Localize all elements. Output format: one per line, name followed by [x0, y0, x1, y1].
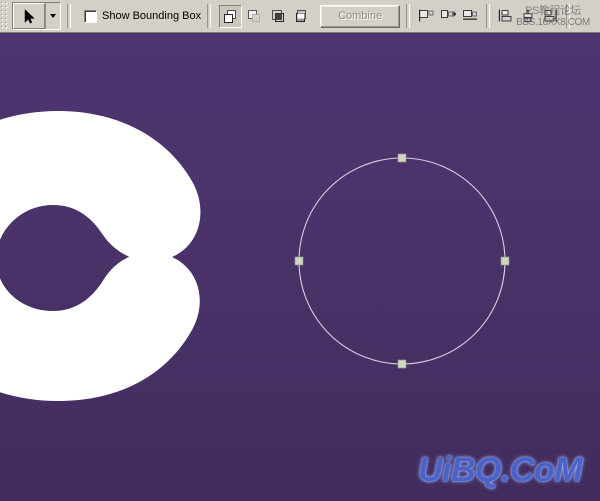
- show-bounding-box-label: Show Bounding Box: [102, 10, 201, 22]
- anchor-top[interactable]: [398, 154, 406, 162]
- ellipse-path-outline[interactable]: [299, 158, 505, 364]
- toolbar-drag-grip[interactable]: [1, 2, 9, 30]
- toolbar-separator-3: [406, 4, 410, 28]
- tool-picker-well[interactable]: [12, 2, 61, 30]
- align-left-icon[interactable]: [416, 6, 436, 26]
- tool-picker[interactable]: [9, 2, 61, 30]
- exclude-shape-icon[interactable]: [291, 5, 314, 28]
- align-center-horizontal-icon[interactable]: [438, 6, 458, 26]
- path-operations-group: [219, 5, 314, 28]
- align-top-icon[interactable]: [496, 6, 516, 26]
- show-bounding-box-checkbox[interactable]: Show Bounding Box: [84, 10, 201, 23]
- add-shape-icon[interactable]: [219, 5, 242, 28]
- align-vertical-group: [496, 6, 560, 26]
- chevron-down-icon[interactable]: [46, 3, 60, 29]
- checkbox-icon[interactable]: [84, 10, 97, 23]
- toolbar-separator-1: [67, 4, 71, 28]
- combine-button-label: Combine: [338, 10, 382, 22]
- anchor-left[interactable]: [295, 257, 303, 265]
- subtract-shape-icon[interactable]: [243, 5, 266, 28]
- toolbar-separator-5: [566, 4, 570, 28]
- combine-button[interactable]: Combine: [320, 5, 400, 28]
- path-selection-arrow-icon[interactable]: [13, 3, 45, 29]
- application-window: Show Bounding Box: [0, 0, 600, 501]
- document-canvas[interactable]: UiBQ.CoM: [0, 33, 600, 501]
- toolbar-separator-4: [486, 4, 490, 28]
- intersect-shape-icon[interactable]: [267, 5, 290, 28]
- align-horizontal-group: [416, 6, 480, 26]
- align-right-icon[interactable]: [460, 6, 480, 26]
- options-toolbar: Show Bounding Box: [0, 0, 600, 33]
- align-center-vertical-icon[interactable]: [518, 6, 538, 26]
- anchor-right[interactable]: [501, 257, 509, 265]
- toolbar-separator-2: [207, 4, 211, 28]
- ellipse-path[interactable]: [0, 33, 600, 501]
- anchor-bottom[interactable]: [398, 360, 406, 368]
- align-bottom-icon[interactable]: [540, 6, 560, 26]
